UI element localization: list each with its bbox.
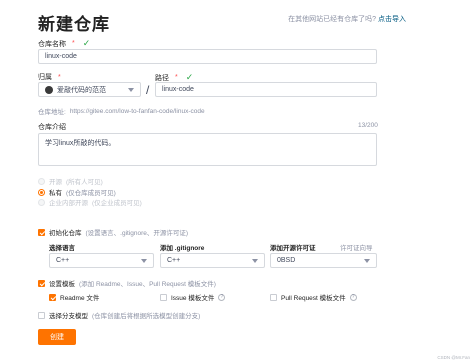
init-repo-hint: (设置语言、.gitignore、开源许可证) (85, 230, 189, 237)
checkbox-icon (160, 293, 167, 301)
branch-model-checkbox[interactable]: 选择分支模型 (仓库创建后将根据所选模型创建分支) (38, 310, 200, 320)
visibility-option-private[interactable]: 私有 (仅仓库成员可见) (38, 187, 116, 197)
repo-url-label: 仓库地址: (38, 109, 66, 116)
owner-value: 爱敲代码的范范 (57, 86, 106, 94)
required-mark: * (175, 74, 178, 81)
repo-name-label-row: 仓库名称 * ✓ (38, 38, 90, 49)
language-value: C++ (56, 257, 70, 264)
template-hint: (添加 Readme、Issue、Pull Request 模板文件) (79, 281, 216, 288)
license-value: 0BSD (277, 257, 296, 264)
visibility-option-enterprise[interactable]: 企业内部开源 (仅企业成员可见) (38, 197, 142, 207)
branch-model-label: 选择分支模型 (49, 313, 88, 320)
init-repo-checkbox[interactable]: 初始化仓库 (设置语言、.gitignore、开源许可证) (38, 227, 188, 237)
language-select[interactable]: C++ (49, 253, 154, 268)
radio-icon (38, 177, 45, 185)
checkbox-icon (270, 293, 277, 301)
radio-icon (38, 198, 45, 206)
readme-label: Readme 文件 (60, 295, 100, 302)
checkbox-icon (49, 293, 56, 301)
description-textarea[interactable]: 学习linux所敲的代码。 (38, 133, 377, 166)
required-mark: * (72, 40, 75, 47)
license-select[interactable]: 0BSD (270, 253, 377, 268)
chevron-down-icon (128, 87, 134, 92)
template-label: 设置模板 (49, 281, 75, 288)
visibility-label: 开源 (49, 179, 62, 186)
visibility-hint: (所有人可见) (66, 179, 103, 186)
repo-name-value: linux-code (45, 53, 77, 60)
visibility-option-public[interactable]: 开源 (所有人可见) (38, 176, 103, 186)
repo-name-label: 仓库名称 (38, 40, 66, 48)
repo-url-row: 仓库地址: https://gitee.com/low-to-fanfan-co… (38, 106, 205, 117)
language-label: 选择语言 (49, 245, 75, 252)
visibility-label: 企业内部开源 (49, 200, 88, 207)
owner-label: 归属 (38, 74, 52, 81)
import-hint: 在其他网站已经有仓库了吗? (288, 16, 376, 23)
required-mark: * (58, 73, 61, 81)
pr-template-checkbox[interactable]: Pull Request 模板文件 ? (270, 292, 357, 302)
path-value: linux-code (162, 86, 194, 93)
import-link[interactable]: 点击导入 (378, 14, 406, 24)
avatar (45, 85, 53, 94)
description-value: 学习linux所敲的代码。 (45, 140, 116, 147)
gitignore-select[interactable]: C++ (160, 253, 265, 268)
description-counter: 13/200 (358, 122, 378, 129)
repo-name-input[interactable]: linux-code (38, 49, 377, 64)
branch-model-hint: (仓库创建后将根据所选模型创建分支) (92, 313, 201, 320)
readme-checkbox[interactable]: Readme 文件 (49, 292, 99, 302)
description-label: 仓库介绍 (38, 124, 66, 131)
visibility-label: 私有 (49, 190, 62, 197)
visibility-hint: (仅仓库成员可见) (66, 190, 116, 197)
gitignore-label: 添加 .gitignore (160, 245, 205, 252)
issue-template-checkbox[interactable]: Issue 模板文件 ? (160, 292, 226, 302)
checkbox-icon (38, 228, 45, 236)
issue-template-label: Issue 模板文件 (171, 295, 215, 302)
repo-url-value: https://gitee.com/low-to-fanfan-code/lin… (69, 107, 205, 115)
visibility-hint: (仅企业成员可见) (92, 200, 142, 207)
valid-check-icon: ✓ (82, 38, 91, 48)
template-checkbox[interactable]: 设置模板 (添加 Readme、Issue、Pull Request 模板文件) (38, 278, 216, 288)
help-icon[interactable]: ? (349, 293, 357, 301)
license-label: 添加开源许可证 (270, 245, 316, 252)
owner-label-row: 归属 * (38, 72, 61, 82)
chevron-down-icon (252, 258, 258, 263)
pr-template-label: Pull Request 模板文件 (281, 295, 346, 302)
chevron-down-icon (141, 258, 147, 263)
page-title: 新建仓库 (38, 15, 110, 34)
checkbox-icon (38, 279, 45, 287)
chevron-down-icon (364, 258, 370, 263)
help-icon[interactable]: ? (218, 293, 226, 301)
path-input[interactable]: linux-code (155, 82, 377, 97)
checkbox-icon (38, 311, 45, 319)
owner-select[interactable]: 爱敲代码的范范 (38, 82, 141, 97)
create-button[interactable]: 创建 (38, 329, 76, 345)
init-repo-label: 初始化仓库 (49, 230, 82, 237)
gitignore-value: C++ (167, 257, 181, 264)
path-label: 路径 (155, 74, 169, 82)
radio-icon (38, 188, 45, 196)
license-wizard-link[interactable]: 许可证向导 (340, 242, 373, 252)
path-separator: / (146, 83, 150, 97)
watermark: CSDN @Mr.Fan (437, 355, 470, 360)
